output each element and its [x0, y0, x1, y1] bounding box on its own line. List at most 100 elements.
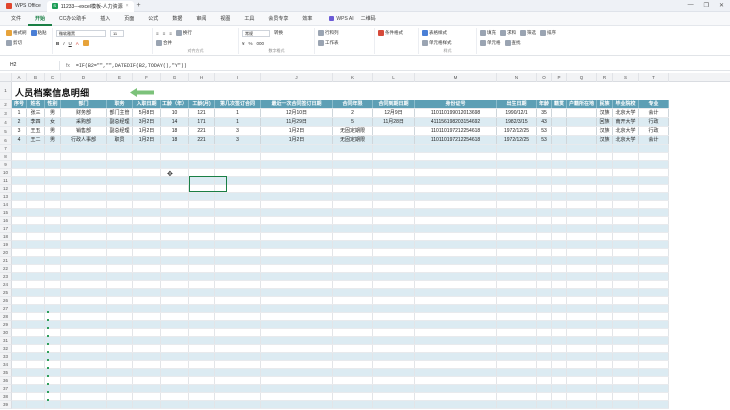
empty-cell[interactable] [639, 209, 669, 216]
empty-cell[interactable] [613, 345, 639, 352]
empty-cell[interactable] [27, 241, 45, 248]
empty-cell[interactable] [61, 321, 107, 328]
column-title[interactable]: 工龄（年） [161, 100, 189, 108]
paste-button[interactable]: 粘贴 [30, 30, 47, 36]
empty-cell[interactable] [133, 353, 161, 360]
table-cell[interactable]: 110110199012013698 [415, 109, 497, 117]
column-title[interactable]: 序号 [12, 100, 27, 108]
align-left-button[interactable]: ≡ [156, 31, 159, 36]
row-header-27[interactable]: 27 [0, 305, 12, 313]
empty-cell[interactable] [27, 185, 45, 192]
empty-cell[interactable] [215, 369, 261, 376]
empty-cell[interactable] [373, 201, 415, 208]
empty-cell[interactable] [45, 177, 61, 184]
empty-cell[interactable] [567, 369, 597, 376]
empty-cell[interactable] [215, 361, 261, 368]
empty-cell[interactable] [497, 233, 537, 240]
empty-row[interactable] [12, 401, 669, 409]
empty-cell[interactable] [567, 297, 597, 304]
empty-cell[interactable] [27, 161, 45, 168]
empty-cell[interactable] [189, 289, 215, 296]
empty-cell[interactable] [133, 289, 161, 296]
empty-cell[interactable] [133, 273, 161, 280]
table-cell[interactable]: 1972/12/25 [497, 136, 537, 144]
empty-cell[interactable] [161, 217, 189, 224]
empty-cell[interactable] [537, 177, 552, 184]
minimize-button[interactable]: — [688, 2, 694, 9]
row-header-3[interactable]: 3 [0, 109, 12, 118]
empty-cell[interactable] [639, 153, 669, 160]
table-cell[interactable]: 男 [45, 136, 61, 144]
empty-cell[interactable] [12, 377, 27, 384]
empty-row[interactable] [12, 321, 669, 329]
empty-cell[interactable] [373, 329, 415, 336]
wps-home-button[interactable]: WPS Office [0, 0, 47, 12]
empty-cell[interactable] [133, 209, 161, 216]
empty-cell[interactable] [552, 249, 567, 256]
convert-button[interactable]: 转换 [274, 30, 283, 36]
empty-cell[interactable] [373, 313, 415, 320]
empty-cell[interactable] [567, 265, 597, 272]
empty-cell[interactable] [107, 377, 133, 384]
empty-cell[interactable] [537, 169, 552, 176]
sort-button[interactable]: 排序 [540, 30, 556, 36]
empty-cell[interactable] [567, 273, 597, 280]
empty-cell[interactable] [12, 217, 27, 224]
menu-item-data[interactable]: 数据 [165, 12, 189, 26]
empty-cell[interactable] [189, 385, 215, 392]
table-cell[interactable]: 销售部 [61, 127, 107, 135]
empty-cell[interactable] [373, 289, 415, 296]
empty-cell[interactable] [639, 361, 669, 368]
empty-cell[interactable] [12, 337, 27, 344]
empty-cell[interactable] [567, 177, 597, 184]
column-title[interactable]: 部门 [61, 100, 107, 108]
empty-cell[interactable] [133, 305, 161, 312]
empty-cell[interactable] [613, 177, 639, 184]
empty-cell[interactable] [613, 249, 639, 256]
empty-cell[interactable] [161, 281, 189, 288]
empty-cell[interactable] [261, 361, 333, 368]
empty-cell[interactable] [215, 345, 261, 352]
row-header-29[interactable]: 29 [0, 321, 12, 329]
empty-cell[interactable] [133, 241, 161, 248]
empty-cell[interactable] [373, 225, 415, 232]
table-cell[interactable] [552, 136, 567, 144]
column-title[interactable]: 籍贯 [552, 100, 567, 108]
empty-cell[interactable] [45, 241, 61, 248]
empty-cell[interactable] [215, 241, 261, 248]
empty-cell[interactable] [373, 161, 415, 168]
empty-cell[interactable] [12, 385, 27, 392]
format-painter-button[interactable]: 格式刷 [6, 30, 27, 36]
empty-cell[interactable] [61, 145, 107, 152]
empty-cell[interactable] [537, 281, 552, 288]
empty-cell[interactable] [27, 393, 45, 400]
empty-cell[interactable] [552, 345, 567, 352]
empty-row[interactable] [12, 329, 669, 337]
empty-cell[interactable] [189, 273, 215, 280]
empty-cell[interactable] [497, 345, 537, 352]
table-cell[interactable]: 3 [215, 127, 261, 135]
empty-cell[interactable] [639, 249, 669, 256]
empty-cell[interactable] [597, 297, 613, 304]
empty-cell[interactable] [597, 201, 613, 208]
empty-cell[interactable] [537, 377, 552, 384]
empty-cell[interactable] [567, 161, 597, 168]
table-cell[interactable]: 3 [215, 136, 261, 144]
empty-cell[interactable] [537, 185, 552, 192]
empty-cell[interactable] [567, 345, 597, 352]
table-cell[interactable] [552, 127, 567, 135]
empty-cell[interactable] [537, 345, 552, 352]
empty-cell[interactable] [45, 297, 61, 304]
column-title[interactable]: 合同到期日期 [373, 100, 415, 108]
empty-cell[interactable] [497, 305, 537, 312]
empty-cell[interactable] [597, 313, 613, 320]
empty-cell[interactable] [161, 209, 189, 216]
empty-cell[interactable] [45, 225, 61, 232]
empty-cell[interactable] [107, 201, 133, 208]
empty-cell[interactable] [552, 281, 567, 288]
empty-cell[interactable] [537, 393, 552, 400]
table-cell[interactable]: 171 [189, 118, 215, 126]
empty-cell[interactable] [133, 329, 161, 336]
empty-cell[interactable] [639, 185, 669, 192]
row-header-5[interactable]: 5 [0, 127, 12, 136]
